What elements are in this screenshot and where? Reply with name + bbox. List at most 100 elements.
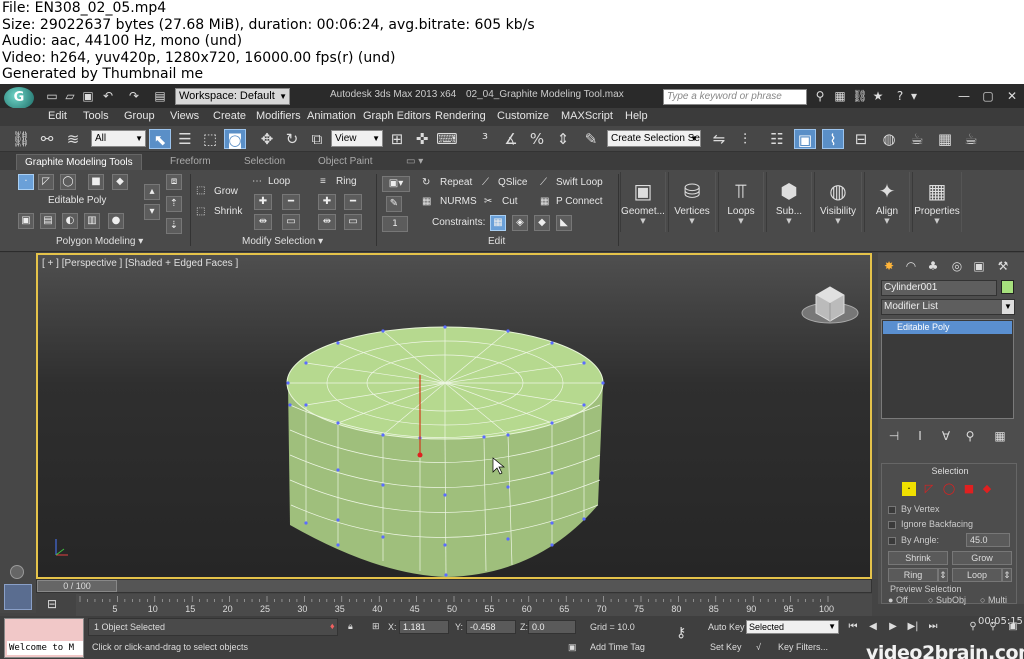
swift-loop-button[interactable]: Swift Loop <box>556 177 603 188</box>
menu-animation[interactable]: Animation <box>307 110 356 122</box>
layer-manager-icon[interactable]: ☷ <box>766 129 788 149</box>
tab-graphite-modeling-tools[interactable]: Graphite Modeling Tools <box>16 154 142 170</box>
grow-button[interactable]: Grow <box>214 186 238 197</box>
communication-icon[interactable]: ⛓ <box>852 88 868 104</box>
border-mode-icon[interactable]: ◯ <box>60 174 76 190</box>
angle-snap-icon[interactable]: ∡ <box>500 129 522 149</box>
key-mode-dropdown[interactable]: Selected ▼ <box>746 620 839 634</box>
redo-icon[interactable]: ↷ <box>126 88 142 104</box>
vertices-panel-button[interactable]: ⛁ Vertices ▼ <box>668 172 716 232</box>
stack-down-icon[interactable]: ⇣ <box>166 218 182 234</box>
vertex-subobject-icon[interactable]: · <box>902 482 916 496</box>
mini-curve-editor-icon[interactable] <box>4 584 32 610</box>
pivot-center-icon[interactable]: ⊞ <box>386 129 408 149</box>
menu-help[interactable]: Help <box>625 110 648 122</box>
tab-selection[interactable]: Selection <box>236 154 293 170</box>
keyboard-shortcut-override-icon[interactable]: ⌨ <box>436 129 458 149</box>
align-icon[interactable]: ⫶ <box>734 129 756 149</box>
key-filters-button[interactable]: Key Filters... <box>778 642 828 652</box>
vertex-mode-icon[interactable]: · <box>18 174 34 190</box>
border-subobject-icon[interactable]: ◯ <box>942 482 956 496</box>
loops-panel-button[interactable]: ⫪ Loops ▼ <box>718 172 764 232</box>
menu-create[interactable]: Create <box>213 110 246 122</box>
timeline-ruler[interactable]: 5 10 15 20 25 30 35 40 45 50 55 60 65 70 75 80 85 90 95 100 <box>76 594 872 616</box>
next-frame-icon[interactable]: ▶| <box>906 620 920 634</box>
spinner-snap-icon[interactable]: ⇕ <box>552 129 574 149</box>
constraint-normal-icon[interactable]: ◣ <box>556 215 572 231</box>
go-to-start-icon[interactable]: ⏮ <box>846 620 860 634</box>
loop-button[interactable]: Loop <box>952 568 1002 582</box>
menu-tools[interactable]: Tools <box>83 110 109 122</box>
iterations-spinner[interactable]: 1 <box>382 216 408 232</box>
schematic-view-icon[interactable]: ⊟ <box>850 129 872 149</box>
align-panel-button[interactable]: ✦ Align ▼ <box>864 172 910 232</box>
selection-rollout-title[interactable]: Selection <box>882 466 1018 476</box>
preserve-uvs-icon[interactable]: ▣▾ <box>382 176 410 192</box>
absolute-mode-icon[interactable]: ⊞ <box>372 621 380 632</box>
menu-graph-editors[interactable]: Graph Editors <box>363 110 431 122</box>
element-subobject-icon[interactable]: ◆ <box>980 482 994 496</box>
ring-options-icon[interactable]: ▭ <box>344 214 362 230</box>
angle-spinner[interactable]: 45.0 <box>966 533 1010 547</box>
loop-button[interactable]: Loop <box>268 176 290 187</box>
bind-space-warp-icon[interactable]: ≋ <box>62 129 84 149</box>
time-tag-icon[interactable]: ▣ <box>568 642 577 653</box>
set-key-button[interactable]: Set Key <box>710 642 742 652</box>
select-and-manipulate-icon[interactable]: ✜ <box>411 129 433 149</box>
minimize-icon[interactable]: — <box>956 88 972 104</box>
open-icon[interactable]: ▱ <box>62 88 78 104</box>
undo-icon[interactable]: ↶ <box>100 88 116 104</box>
shrink-ring-icon[interactable]: ━ <box>344 194 362 210</box>
element-mode-icon[interactable]: ◆ <box>112 174 128 190</box>
hierarchy-tab-icon[interactable]: ♣ <box>924 257 942 275</box>
select-by-name-icon[interactable]: ☰ <box>174 129 196 149</box>
snaps-toggle-icon[interactable]: ³ <box>474 129 496 149</box>
loop-spinner[interactable]: ⇕ <box>1002 568 1012 582</box>
viewport-perspective[interactable]: [ + ] [Perspective ] [Shaded + Edged Fac… <box>36 253 872 579</box>
display-tab-icon[interactable]: ▣ <box>970 257 988 275</box>
render-setup-icon[interactable]: ☕ <box>906 129 928 149</box>
use-soft-selection-icon[interactable]: ◐ <box>62 213 78 229</box>
show-end-result-icon[interactable]: ▤ <box>40 213 56 229</box>
selection-lock-icon[interactable]: 🔒︎ <box>348 621 353 632</box>
menu-maxscript[interactable]: MAXScript <box>561 110 613 122</box>
cylinder-mesh[interactable] <box>286 325 605 577</box>
preview-off-radio[interactable]: ● Off <box>888 595 908 605</box>
modify-mode-icon[interactable]: ▣ <box>18 213 34 229</box>
previous-frame-icon[interactable]: ◀ <box>866 620 880 634</box>
polygon-modeling-group[interactable]: Polygon Modeling ▾ <box>56 236 143 247</box>
select-and-rotate-icon[interactable]: ↻ <box>281 129 303 149</box>
search-input[interactable]: Type a keyword or phrase <box>663 89 807 105</box>
window-crossing-icon[interactable]: ◙ <box>224 129 246 149</box>
mirror-icon[interactable]: ⇋ <box>708 129 730 149</box>
constraint-none-icon[interactable]: ▦ <box>490 215 506 231</box>
ring-button[interactable]: Ring <box>888 568 938 582</box>
workspace-dropdown[interactable]: Workspace: Default ▼ <box>175 88 290 105</box>
track-bar-icon[interactable]: ⊟ <box>44 597 60 613</box>
visibility-panel-button[interactable]: ◍ Visibility ▼ <box>814 172 862 232</box>
collapse-icon[interactable]: ▾ <box>144 204 160 220</box>
select-and-move-icon[interactable]: ✥ <box>256 129 278 149</box>
ring-button[interactable]: Ring <box>336 176 357 187</box>
cut-button[interactable]: Cut <box>502 196 518 207</box>
auto-key-button[interactable]: Auto Key <box>708 622 745 632</box>
set-key-icon[interactable]: ⚷ <box>676 624 686 641</box>
tab-freeform[interactable]: Freeform <box>162 154 219 170</box>
configure-sets-icon[interactable]: ▦ <box>991 427 1009 445</box>
ring-mode-icon[interactable]: ⇹ <box>318 214 336 230</box>
unlink-icon[interactable]: ⚯ <box>36 129 58 149</box>
play-icon[interactable]: ▶ <box>886 620 900 634</box>
constraint-edge-icon[interactable]: ◈ <box>512 215 528 231</box>
x-coordinate-field[interactable]: 1.181 <box>399 620 449 634</box>
by-vertex-checkbox[interactable]: By Vertex <box>888 504 940 514</box>
rectangular-selection-icon[interactable]: ⬚ <box>199 129 221 149</box>
tweak-icon[interactable]: ✎ <box>386 196 402 212</box>
modifier-list-dropdown[interactable]: Modifier List ▼ <box>881 299 1015 315</box>
new-icon[interactable]: ▭ <box>44 88 60 104</box>
motion-tab-icon[interactable]: ◎ <box>948 257 966 275</box>
go-to-end-icon[interactable]: ⏭ <box>926 620 940 634</box>
by-angle-checkbox[interactable]: By Angle: <box>888 535 939 545</box>
shrink-button[interactable]: Shrink <box>888 551 948 565</box>
make-unique-icon[interactable]: ∀ <box>937 427 955 445</box>
nurms-button[interactable]: NURMS <box>440 196 477 207</box>
